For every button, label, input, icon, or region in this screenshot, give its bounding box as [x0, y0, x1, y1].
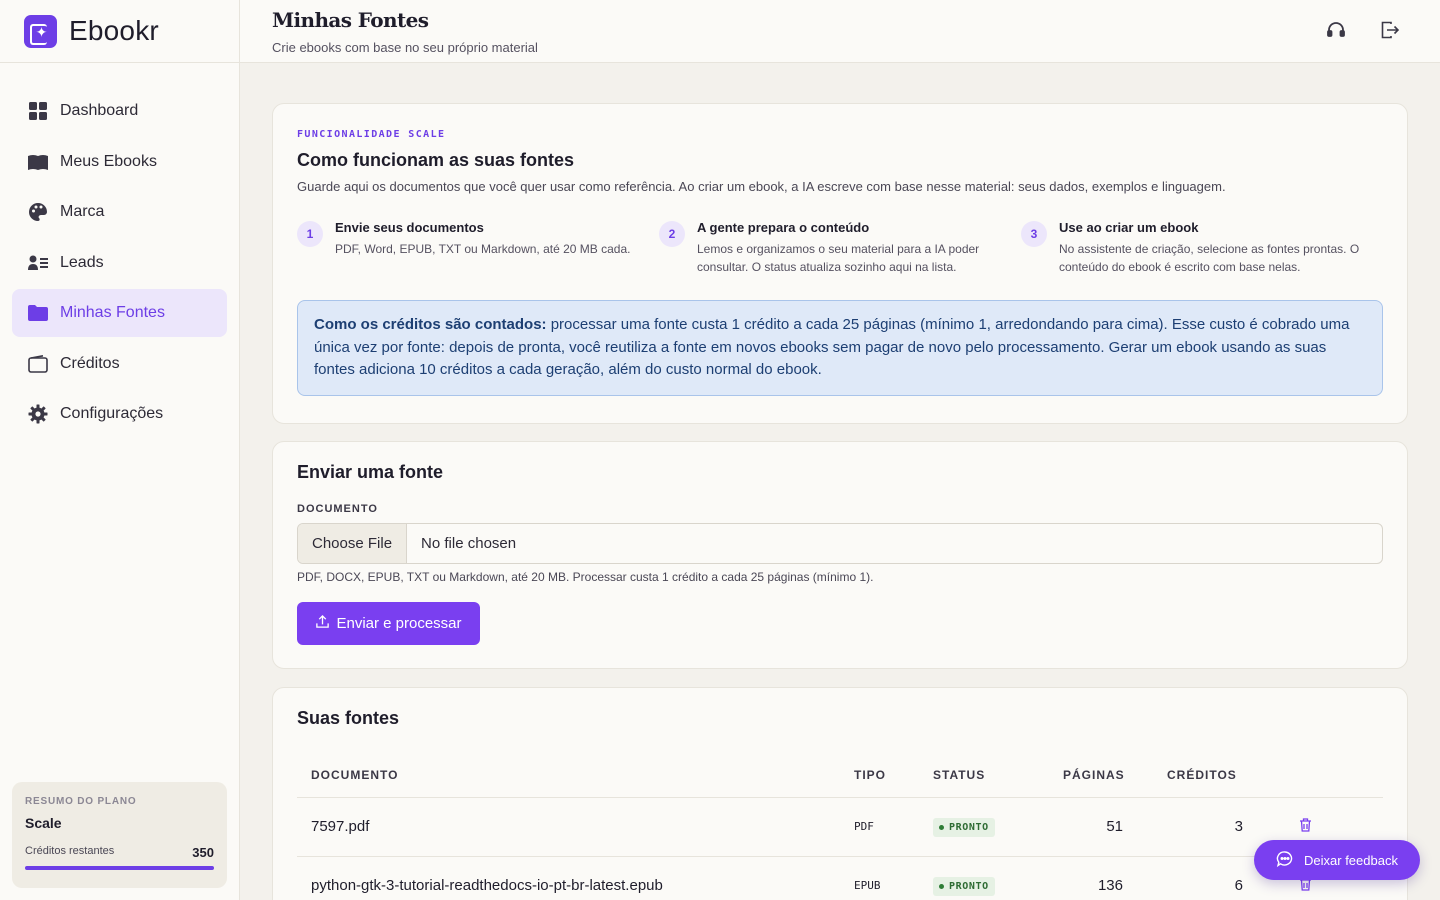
sidebar-item-label: Configurações — [60, 405, 164, 422]
brand-name: Ebookr — [69, 15, 159, 46]
credits-info-title: Como os créditos são contados: — [314, 316, 547, 333]
submit-process-button[interactable]: Enviar e processar — [297, 602, 480, 645]
credit-count: 3 — [1153, 797, 1273, 857]
header-actions — [1326, 20, 1400, 40]
plan-summary: RESUMO DO PLANO Scale Créditos restantes… — [12, 782, 227, 888]
trash-icon[interactable] — [1299, 817, 1312, 836]
page-title: Minhas Fontes — [272, 8, 429, 32]
upload-hint: PDF, DOCX, EPUB, TXT ou Markdown, até 20… — [297, 570, 874, 584]
sidebar-item-leads[interactable]: Leads — [12, 239, 227, 287]
step-1: 1 Envie seus documentos PDF, Word, EPUB,… — [297, 220, 659, 276]
how-sources-work-card: FUNCIONALIDADE SCALE Como funcionam as s… — [272, 103, 1408, 424]
chat-bubble-icon — [1276, 850, 1294, 871]
file-status: No file chosen — [421, 535, 517, 552]
status-cell: PRONTO — [919, 856, 1049, 900]
upload-source-card: Enviar uma fonte DOCUMENTO Choose File N… — [272, 441, 1408, 669]
headset-icon[interactable] — [1326, 20, 1346, 40]
step-2: 2 A gente prepara o conteúdo Lemos e org… — [659, 220, 1021, 276]
page-count: 51 — [1049, 797, 1153, 857]
page-header: Minhas Fontes Crie ebooks com base no se… — [240, 0, 1440, 63]
sidebar-item-label: Marca — [60, 203, 105, 220]
table-row: 7597.pdf PDF PRONTO 51 3 — [297, 797, 1383, 857]
ebookr-logo-icon: ✦ — [24, 14, 57, 48]
sidebar-item-marca[interactable]: Marca — [12, 188, 227, 236]
folder-icon — [28, 303, 48, 323]
status-badge: PRONTO — [933, 876, 995, 896]
sidebar-item-minhas-fontes[interactable]: Minhas Fontes — [12, 289, 227, 337]
step-title: Envie seus documentos — [335, 220, 484, 235]
step-title: Use ao criar um ebook — [1059, 220, 1199, 235]
wallet-icon — [28, 354, 48, 374]
sidebar-item-creditos[interactable]: Créditos — [12, 340, 227, 388]
column-header-actions — [1273, 753, 1383, 798]
credits-progress-bar — [25, 866, 214, 870]
credits-info-box: Como os créditos são contados: processar… — [297, 300, 1383, 396]
document-name: python-gtk-3-tutorial-readthedocs-io-pt-… — [297, 856, 840, 900]
logout-icon[interactable] — [1380, 20, 1400, 40]
sidebar-item-meus-ebooks[interactable]: Meus Ebooks — [12, 138, 227, 186]
credits-value: 350 — [192, 845, 214, 860]
sidebar-item-label: Minhas Fontes — [60, 304, 165, 321]
status-text: PRONTO — [949, 821, 989, 833]
sidebar-nav: Dashboard Meus Ebooks Marca Leads Minhas… — [0, 63, 239, 438]
status-text: PRONTO — [949, 880, 989, 892]
step-description: No assistente de criação, selecione as f… — [1059, 242, 1360, 274]
user-list-icon — [28, 253, 48, 273]
gear-icon — [28, 404, 48, 424]
document-file-input[interactable]: Choose File No file chosen — [297, 523, 1383, 564]
step-3: 3 Use ao criar um ebook No assistente de… — [1021, 220, 1383, 276]
table-header-row: DOCUMENTO TIPO STATUS PÁGINAS CRÉDITOS — [297, 753, 1383, 798]
document-name: 7597.pdf — [297, 797, 840, 857]
column-header-tipo: TIPO — [840, 753, 919, 798]
document-type: EPUB — [840, 856, 919, 900]
sidebar-item-label: Meus Ebooks — [60, 152, 157, 170]
sidebar: ✦ Ebookr Dashboard Meus Ebooks Marca Lea… — [0, 0, 240, 900]
page-count: 136 — [1049, 856, 1153, 900]
choose-file-button[interactable]: Choose File — [298, 524, 408, 563]
status-cell: PRONTO — [919, 797, 1049, 857]
steps: 1 Envie seus documentos PDF, Word, EPUB,… — [297, 220, 1383, 276]
column-header-paginas: PÁGINAS — [1049, 753, 1153, 798]
upload-title: Enviar uma fonte — [297, 462, 444, 482]
status-dot-icon — [939, 883, 944, 889]
step-number: 2 — [659, 221, 685, 247]
credits-row: Créditos restantes 350 — [25, 845, 214, 860]
feature-eyebrow: FUNCIONALIDADE SCALE — [297, 129, 446, 140]
step-title: A gente prepara o conteúdo — [697, 220, 870, 235]
status-dot-icon — [939, 824, 944, 830]
column-header-creditos: CRÉDITOS — [1153, 753, 1273, 798]
how-title: Como funcionam as suas fontes — [297, 150, 575, 170]
column-header-documento: DOCUMENTO — [297, 753, 840, 798]
feedback-button[interactable]: Deixar feedback — [1254, 840, 1420, 880]
how-description: Guarde aqui os documentos que você quer … — [297, 179, 1226, 194]
sources-title: Suas fontes — [297, 708, 400, 728]
step-description: Lemos e organizamos o seu material para … — [697, 242, 980, 274]
brand[interactable]: ✦ Ebookr — [0, 0, 239, 63]
sidebar-item-dashboard[interactable]: Dashboard — [12, 87, 227, 135]
feedback-label: Deixar feedback — [1304, 852, 1398, 868]
palette-icon — [28, 202, 48, 222]
grid-icon — [28, 101, 48, 121]
step-number: 1 — [297, 221, 323, 247]
plan-name: Scale — [25, 815, 62, 831]
table-row: python-gtk-3-tutorial-readthedocs-io-pt-… — [297, 856, 1383, 900]
sources-table: DOCUMENTO TIPO STATUS PÁGINAS CRÉDITOS 7… — [297, 753, 1383, 900]
sidebar-item-label: Créditos — [60, 354, 120, 372]
step-description: PDF, Word, EPUB, TXT ou Markdown, até 20… — [335, 242, 631, 256]
credits-label: Créditos restantes — [25, 845, 115, 857]
book-icon — [28, 152, 48, 172]
column-header-status: STATUS — [919, 753, 1049, 798]
sidebar-item-configuracoes[interactable]: Configurações — [12, 390, 227, 438]
submit-label: Enviar e processar — [336, 615, 462, 632]
page-subtitle: Crie ebooks com base no seu próprio mate… — [272, 40, 538, 55]
sources-card: Suas fontes DOCUMENTO TIPO STATUS PÁGINA… — [272, 687, 1408, 900]
sidebar-item-label: Leads — [60, 253, 104, 271]
status-badge: PRONTO — [933, 817, 995, 837]
plan-summary-label: RESUMO DO PLANO — [25, 796, 137, 807]
upload-icon — [315, 614, 330, 633]
step-number: 3 — [1021, 221, 1047, 247]
document-label: DOCUMENTO — [297, 503, 378, 515]
sidebar-item-label: Dashboard — [60, 102, 139, 119]
document-type: PDF — [840, 797, 919, 857]
